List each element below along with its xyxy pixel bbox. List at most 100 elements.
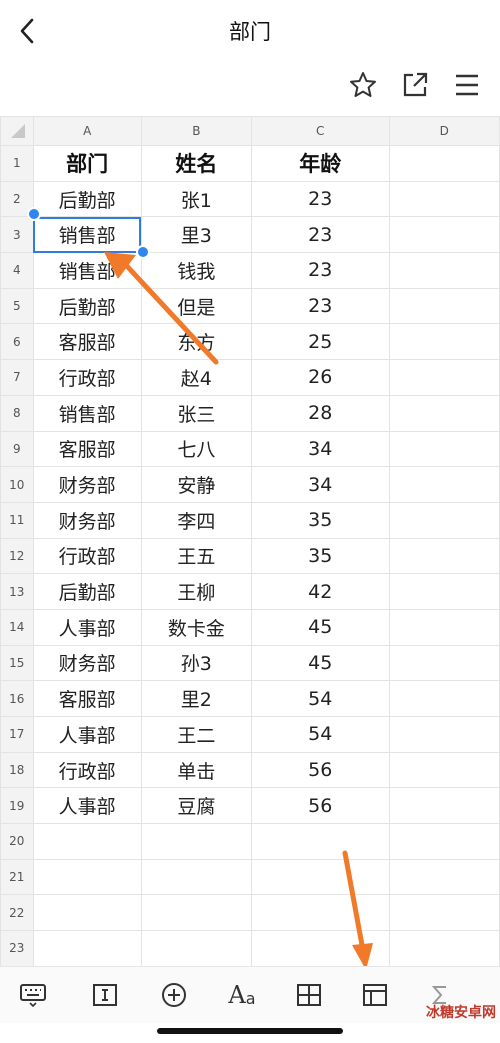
column-header-d[interactable]: D	[388, 116, 500, 146]
cell-c6[interactable]: 25	[250, 323, 390, 361]
cell-c3[interactable]: 23	[250, 216, 390, 254]
cell-b14[interactable]: 数卡金	[140, 608, 252, 646]
cell-d13[interactable]	[388, 573, 500, 610]
cell-c18[interactable]: 56	[250, 751, 390, 789]
share-icon[interactable]	[400, 70, 430, 100]
row-header[interactable]: 21	[0, 858, 34, 896]
cell-b1[interactable]: 姓名	[140, 145, 252, 182]
cell-d11[interactable]	[388, 501, 500, 539]
cell-c13[interactable]: 42	[250, 573, 390, 610]
cell-a6[interactable]: 客服部	[32, 323, 142, 361]
cell-b7[interactable]: 赵4	[140, 359, 252, 396]
cell-d18[interactable]	[388, 751, 500, 789]
cell-a13[interactable]: 后勤部	[32, 573, 142, 610]
cell-b17[interactable]: 王二	[140, 716, 252, 753]
cell-c23[interactable]	[250, 930, 390, 966]
cell-a5[interactable]: 后勤部	[32, 287, 142, 325]
cell-b12[interactable]: 王五	[140, 537, 252, 575]
keyboard-icon[interactable]	[17, 979, 49, 1011]
column-header-b[interactable]: B	[140, 116, 252, 146]
cell-b6[interactable]: 东方	[140, 323, 252, 361]
cell-a18[interactable]: 行政部	[32, 751, 142, 789]
cell-a11[interactable]: 财务部	[32, 501, 142, 539]
row-header[interactable]: 3	[0, 216, 34, 254]
cell-b4[interactable]: 钱我	[140, 252, 252, 289]
cell-b3[interactable]: 里3	[140, 216, 252, 254]
column-header-c[interactable]: C	[250, 116, 390, 146]
cell-c17[interactable]: 54	[250, 716, 390, 753]
cell-a23[interactable]	[32, 930, 142, 966]
row-header[interactable]: 7	[0, 359, 34, 396]
cell-b5[interactable]: 但是	[140, 287, 252, 325]
cell-d2[interactable]	[388, 180, 500, 218]
cell-a17[interactable]: 人事部	[32, 716, 142, 753]
cell-c7[interactable]: 26	[250, 359, 390, 396]
cell-d3[interactable]	[388, 216, 500, 254]
cell-a20[interactable]	[32, 823, 142, 860]
cell-a10[interactable]: 财务部	[32, 466, 142, 503]
cell-d9[interactable]	[388, 430, 500, 468]
selection-handle-end[interactable]	[136, 245, 150, 259]
cell-a21[interactable]	[32, 858, 142, 896]
row-header[interactable]: 11	[0, 501, 34, 539]
cell-b11[interactable]: 李四	[140, 501, 252, 539]
cell-b20[interactable]	[140, 823, 252, 860]
cell-b19[interactable]: 豆腐	[140, 787, 252, 825]
row-header[interactable]: 1	[0, 145, 34, 182]
font-icon[interactable]: Aa	[224, 979, 260, 1011]
plus-circle-icon[interactable]	[158, 979, 190, 1011]
cell-a19[interactable]: 人事部	[32, 787, 142, 825]
cell-c11[interactable]: 35	[250, 501, 390, 539]
cell-c20[interactable]	[250, 823, 390, 860]
cell-d8[interactable]	[388, 394, 500, 432]
cell-b8[interactable]: 张三	[140, 394, 252, 432]
cell-a4[interactable]: 销售部	[32, 252, 142, 289]
cell-a1[interactable]: 部门	[32, 145, 142, 182]
cell-a22[interactable]	[32, 894, 142, 932]
row-header[interactable]: 16	[0, 680, 34, 717]
row-header[interactable]: 10	[0, 466, 34, 503]
star-icon[interactable]	[348, 70, 378, 100]
cell-d12[interactable]	[388, 537, 500, 575]
cell-d22[interactable]	[388, 894, 500, 932]
cell-c12[interactable]: 35	[250, 537, 390, 575]
row-header[interactable]: 15	[0, 644, 34, 682]
cell-b9[interactable]: 七八	[140, 430, 252, 468]
cell-b10[interactable]: 安静	[140, 466, 252, 503]
cell-c10[interactable]: 34	[250, 466, 390, 503]
cell-c8[interactable]: 28	[250, 394, 390, 432]
row-header[interactable]: 20	[0, 823, 34, 860]
cell-b16[interactable]: 里2	[140, 680, 252, 717]
cell-d19[interactable]	[388, 787, 500, 825]
row-header[interactable]: 17	[0, 716, 34, 753]
cell-b21[interactable]	[140, 858, 252, 896]
cell-c5[interactable]: 23	[250, 287, 390, 325]
row-header[interactable]: 14	[0, 608, 34, 646]
cell-c19[interactable]: 56	[250, 787, 390, 825]
cell-d7[interactable]	[388, 359, 500, 396]
cell-d20[interactable]	[388, 823, 500, 860]
cell-c1[interactable]: 年龄	[250, 145, 390, 182]
cell-c2[interactable]: 23	[250, 180, 390, 218]
cell-a3[interactable]: 销售部	[32, 216, 142, 254]
cell-d1[interactable]	[388, 145, 500, 182]
cell-b15[interactable]: 孙3	[140, 644, 252, 682]
cell-d15[interactable]	[388, 644, 500, 682]
cell-a15[interactable]: 财务部	[32, 644, 142, 682]
cell-d4[interactable]	[388, 252, 500, 289]
row-header[interactable]: 13	[0, 573, 34, 610]
cell-a14[interactable]: 人事部	[32, 608, 142, 646]
row-header[interactable]: 6	[0, 323, 34, 361]
cell-a2[interactable]: 后勤部	[32, 180, 142, 218]
cell-d6[interactable]	[388, 323, 500, 361]
text-cursor-icon[interactable]	[89, 979, 121, 1011]
row-header[interactable]: 9	[0, 430, 34, 468]
cell-a7[interactable]: 行政部	[32, 359, 142, 396]
cell-c4[interactable]: 23	[250, 252, 390, 289]
spreadsheet-grid[interactable]: A B C D 1 部门 姓名 年龄 2 后勤部 张1 23 3 销售部 里3 23 4 销售部 钱我 23 5…	[0, 116, 500, 966]
cell-a8[interactable]: 销售部	[32, 394, 142, 432]
row-header[interactable]: 4	[0, 252, 34, 289]
cell-a16[interactable]: 客服部	[32, 680, 142, 717]
row-header[interactable]: 18	[0, 751, 34, 789]
cell-b23[interactable]	[140, 930, 252, 966]
